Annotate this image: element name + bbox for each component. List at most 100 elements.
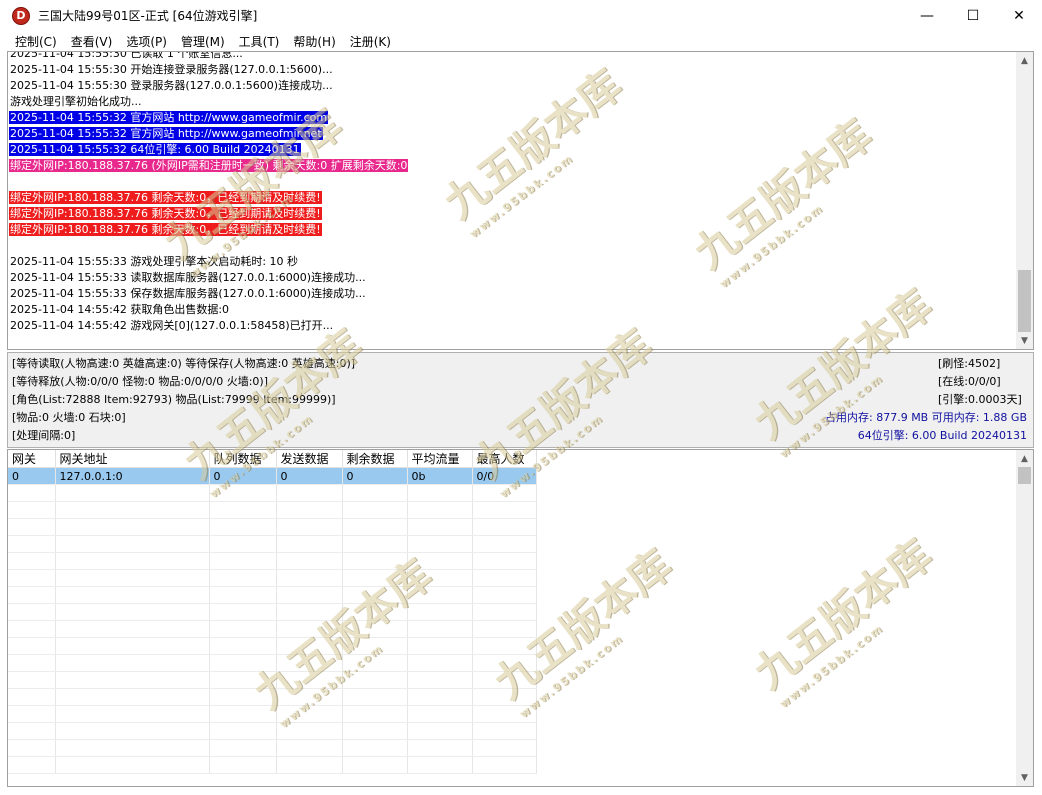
scroll-up-icon[interactable]: ▲ <box>1016 450 1033 467</box>
table-cell-empty <box>407 552 473 570</box>
close-button[interactable]: ✕ <box>996 0 1042 31</box>
table-cell-empty <box>407 535 473 553</box>
log-line-text: 2025-11-04 15:55:30 开始连接登录服务器(127.0.0.1:… <box>10 63 333 76</box>
table-cell-empty <box>55 569 210 587</box>
log-line-text: 2025-11-04 15:55:33 读取数据库服务器(127.0.0.1:6… <box>10 271 366 284</box>
table-cell-empty <box>342 484 408 502</box>
log-line-text: 2025-11-04 15:55:33 保存数据库服务器(127.0.0.1:6… <box>10 287 366 300</box>
gateway-table-pane[interactable]: 网关 网关地址 队列数据 发送数据 剩余数据 平均流量 最高人数 0 127.0.… <box>7 449 1034 787</box>
table-cell-empty <box>8 535 56 553</box>
status-engine-version: 64位引擎: 6.00 Build 20240131 <box>857 429 1027 442</box>
col-queue-data[interactable]: 队列数据 <box>209 450 277 468</box>
table-cell: 0 <box>8 467 56 485</box>
scroll-down-icon[interactable]: ▼ <box>1016 769 1033 786</box>
table-cell-empty <box>407 569 473 587</box>
table-cell-empty <box>276 569 343 587</box>
table-cell-empty <box>209 688 277 706</box>
maximize-button[interactable]: ☐ <box>950 0 996 31</box>
table-cell-empty <box>209 484 277 502</box>
table-row-empty <box>8 705 537 723</box>
table-cell-empty <box>472 671 537 689</box>
log-scrollbar[interactable]: ▲ ▼ <box>1016 52 1033 349</box>
table-cell-empty <box>472 620 537 638</box>
scroll-thumb[interactable] <box>1018 270 1031 332</box>
log-output-pane[interactable]: 2025-11-04 15:55:30 已读取 1 个账室信息... 2025-1… <box>7 51 1034 350</box>
app-logo-icon[interactable]: D <box>12 6 30 25</box>
log-line-text: 绑定外网IP:180.188.37.76 剩余天数:0，已经到期请及时续费! <box>9 191 322 204</box>
table-row-empty <box>8 654 537 672</box>
scroll-down-icon[interactable]: ▼ <box>1016 332 1033 349</box>
table-row-empty <box>8 671 537 689</box>
table-cell-empty <box>276 739 343 757</box>
table-cell-empty <box>55 603 210 621</box>
table-cell-empty <box>472 586 537 604</box>
table-cell-empty <box>276 705 343 723</box>
log-line-text: 2025-11-04 15:55:30 已读取 1 个账室信息... <box>10 51 243 60</box>
table-cell-empty <box>472 484 537 502</box>
col-send-data[interactable]: 发送数据 <box>276 450 343 468</box>
table-cell-empty <box>342 637 408 655</box>
col-gateway-address[interactable]: 网关地址 <box>55 450 210 468</box>
table-cell-empty <box>209 637 277 655</box>
table-cell-empty <box>342 552 408 570</box>
table-cell-empty <box>472 705 537 723</box>
table-row-empty <box>8 620 537 638</box>
table-cell-empty <box>8 484 56 502</box>
table-cell-empty <box>55 637 210 655</box>
table-row-empty <box>8 552 537 570</box>
table-cell-empty <box>407 688 473 706</box>
table-header-row: 网关 网关地址 队列数据 发送数据 剩余数据 平均流量 最高人数 <box>8 450 537 468</box>
table-cell-empty <box>276 501 343 519</box>
menu-register[interactable]: 注册(K) <box>343 33 398 50</box>
table-cell-empty <box>276 603 343 621</box>
menu-options[interactable]: 选项(P) <box>119 33 174 50</box>
col-max-users[interactable]: 最高人数 <box>472 450 537 468</box>
table-cell-empty <box>8 620 56 638</box>
table-cell-empty <box>8 501 56 519</box>
table-cell-empty <box>55 518 210 536</box>
table-cell-empty <box>55 552 210 570</box>
col-gateway[interactable]: 网关 <box>8 450 56 468</box>
log-line: 游戏处理引擎初始化成功... <box>9 94 1017 110</box>
table-cell-empty <box>8 569 56 587</box>
col-remaining-data[interactable]: 剩余数据 <box>342 450 408 468</box>
table-row-empty <box>8 518 537 536</box>
log-line: 2025-11-04 15:55:32 64位引擎: 6.00 Build 20… <box>9 142 1017 158</box>
log-line: 2025-11-04 14:55:42 获取角色出售数据:0 <box>9 302 1017 318</box>
table-cell: 0/0 <box>472 467 537 485</box>
log-line: 2025-11-04 15:55:30 已读取 1 个账室信息... <box>9 51 1017 62</box>
table-cell-empty <box>209 501 277 519</box>
table-row-empty <box>8 484 537 502</box>
menu-manage[interactable]: 管理(M) <box>174 33 232 50</box>
log-line-text: 绑定外网IP:180.188.37.76 (外网IP需和注册时一致) 剩余天数:… <box>9 159 409 172</box>
table-cell-empty <box>55 705 210 723</box>
log-line: 2025-11-04 15:55:30 开始连接登录服务器(127.0.0.1:… <box>9 62 1017 78</box>
table-cell-empty <box>472 569 537 587</box>
table-cell-empty <box>276 535 343 553</box>
scroll-up-icon[interactable]: ▲ <box>1016 52 1033 69</box>
table-cell-empty <box>276 671 343 689</box>
menu-control[interactable]: 控制(C) <box>8 33 64 50</box>
table-scrollbar[interactable]: ▲ ▼ <box>1016 450 1033 786</box>
table-cell-empty <box>209 586 277 604</box>
minimize-button[interactable]: — <box>904 0 950 31</box>
status-memory: 占用内存: 877.9 MB 可用内存: 1.88 GB <box>825 411 1027 424</box>
menu-tools[interactable]: 工具(T) <box>232 33 287 50</box>
menu-help[interactable]: 帮助(H) <box>286 33 342 50</box>
window-controls: — ☐ ✕ <box>904 0 1042 31</box>
table-cell-empty <box>209 739 277 757</box>
table-cell-empty <box>342 518 408 536</box>
table-cell-empty <box>407 739 473 757</box>
table-row[interactable]: 0 127.0.0.1:0 0 0 0 0b 0/0 <box>8 467 537 485</box>
menu-view[interactable]: 查看(V) <box>64 33 120 50</box>
col-avg-traffic[interactable]: 平均流量 <box>407 450 473 468</box>
menu-bar: 控制(C) 查看(V) 选项(P) 管理(M) 工具(T) 帮助(H) 注册(K… <box>0 31 1042 51</box>
log-line-text: 2025-11-04 14:55:42 游戏网关[0](127.0.0.1:58… <box>10 319 334 332</box>
table-cell-empty <box>407 756 473 774</box>
scroll-thumb[interactable] <box>1018 467 1031 484</box>
table-cell-empty <box>342 535 408 553</box>
log-line-text: 绑定外网IP:180.188.37.76 剩余天数:0，已经到期请及时续费! <box>9 223 322 236</box>
log-line: 2025-11-04 15:55:30 登录服务器(127.0.0.1:5600… <box>9 78 1017 94</box>
table-cell-empty <box>209 518 277 536</box>
server-status-panel: [等待读取(人物高速:0 英雄高速:0) 等待保存(人物高速:0 英雄高速:0)… <box>7 352 1034 448</box>
